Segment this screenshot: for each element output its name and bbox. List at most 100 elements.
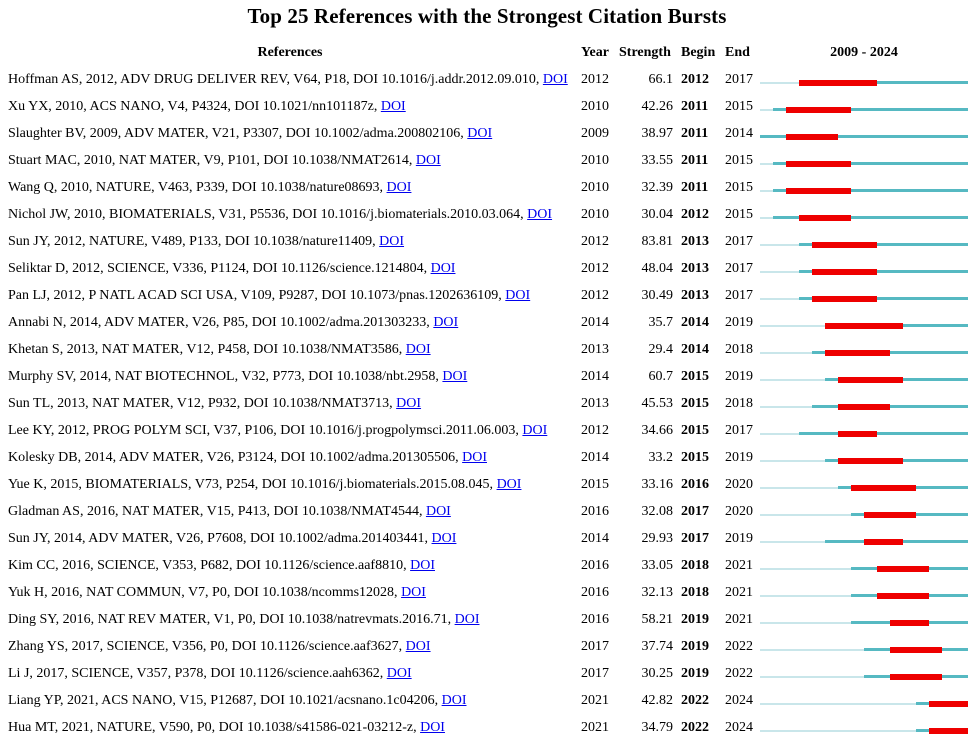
doi-link[interactable]: DOI [467, 126, 492, 141]
timeline-before-publication [760, 298, 799, 300]
end-cell: 2019 [725, 369, 753, 384]
reference-text: Seliktar D, 2012, SCIENCE, V336, P1124, … [8, 261, 431, 276]
begin-cell: 2017 [681, 504, 709, 519]
doi-link[interactable]: DOI [401, 585, 426, 600]
doi-link[interactable]: DOI [497, 477, 522, 492]
doi-link[interactable]: DOI [432, 531, 457, 546]
strength-cell: 45.53 [641, 396, 674, 411]
begin-cell: 2011 [681, 180, 709, 195]
begin-cell: 2015 [681, 423, 709, 438]
burst-timeline [760, 188, 968, 194]
end-cell: 2019 [725, 531, 753, 546]
doi-link[interactable]: DOI [381, 99, 406, 114]
table-row: Yuk H, 2016, NAT COMMUN, V7, P0, DOI 10.… [0, 585, 974, 612]
doi-link[interactable]: DOI [527, 207, 552, 222]
reference-text: Kolesky DB, 2014, ADV MATER, V26, P3124,… [8, 450, 463, 465]
begin-cell: 2022 [681, 693, 709, 708]
reference-cell: Khetan S, 2013, NAT MATER, V12, P458, DO… [8, 342, 431, 358]
doi-link[interactable]: DOI [442, 693, 467, 708]
timeline-before-publication [760, 730, 916, 732]
doi-link[interactable]: DOI [387, 666, 412, 681]
doi-link[interactable]: DOI [416, 153, 441, 168]
year-cell: 2014 [581, 369, 609, 384]
strength-cell: 32.08 [641, 504, 674, 519]
begin-cell: 2014 [681, 342, 709, 357]
year-cell: 2016 [581, 558, 609, 573]
doi-link[interactable]: DOI [396, 396, 421, 411]
reference-text: Sun JY, 2012, NATURE, V489, P133, DOI 10… [8, 234, 380, 249]
timeline-before-publication [760, 676, 864, 678]
end-cell: 2017 [725, 261, 753, 276]
burst-segment [838, 431, 877, 437]
doi-link[interactable]: DOI [387, 180, 412, 195]
doi-link[interactable]: DOI [410, 558, 435, 573]
reference-text: Pan LJ, 2012, P NATL ACAD SCI USA, V109,… [8, 288, 506, 303]
end-cell: 2022 [725, 666, 753, 681]
burst-segment [929, 728, 968, 734]
doi-link[interactable]: DOI [505, 288, 530, 303]
burst-timeline [760, 215, 968, 221]
table-row: Zhang YS, 2017, SCIENCE, V356, P0, DOI 1… [0, 639, 974, 666]
burst-timeline [760, 593, 968, 599]
timeline-before-publication [760, 622, 851, 624]
reference-text: Zhang YS, 2017, SCIENCE, V356, P0, DOI 1… [8, 639, 406, 654]
end-cell: 2014 [725, 126, 753, 141]
doi-link[interactable]: DOI [426, 504, 451, 519]
timeline-before-publication [760, 244, 799, 246]
doi-link[interactable]: DOI [406, 342, 431, 357]
year-cell: 2021 [581, 693, 609, 708]
timeline-before-publication [760, 514, 851, 516]
reference-cell: Sun JY, 2012, NATURE, V489, P133, DOI 10… [8, 234, 404, 250]
end-cell: 2024 [725, 720, 753, 735]
end-cell: 2019 [725, 315, 753, 330]
doi-link[interactable]: DOI [442, 369, 467, 384]
reference-text: Wang Q, 2010, NATURE, V463, P339, DOI 10… [8, 180, 387, 195]
end-cell: 2018 [725, 396, 753, 411]
doi-link[interactable]: DOI [420, 720, 445, 735]
reference-text: Annabi N, 2014, ADV MATER, V26, P85, DOI… [8, 315, 434, 330]
burst-segment [812, 296, 877, 302]
timeline-before-publication [760, 649, 864, 651]
timeline-before-publication [760, 271, 799, 273]
reference-text: Sun JY, 2014, ADV MATER, V26, P7608, DOI… [8, 531, 432, 546]
year-cell: 2016 [581, 612, 609, 627]
doi-link[interactable]: DOI [431, 261, 456, 276]
reference-cell: Kolesky DB, 2014, ADV MATER, V26, P3124,… [8, 450, 487, 466]
reference-cell: Sun TL, 2013, NAT MATER, V12, P932, DOI … [8, 396, 421, 412]
table-row: Wang Q, 2010, NATURE, V463, P339, DOI 10… [0, 180, 974, 207]
doi-link[interactable]: DOI [522, 423, 547, 438]
reference-cell: Yue K, 2015, BIOMATERIALS, V73, P254, DO… [8, 477, 521, 493]
timeline-before-publication [760, 163, 773, 165]
burst-timeline [760, 620, 968, 626]
end-cell: 2017 [725, 72, 753, 87]
doi-link[interactable]: DOI [379, 234, 404, 249]
timeline-after-publication [812, 405, 968, 408]
begin-cell: 2011 [681, 99, 709, 114]
begin-cell: 2019 [681, 612, 709, 627]
strength-cell: 42.26 [641, 99, 674, 114]
burst-segment [890, 620, 929, 626]
timeline-before-publication [760, 406, 812, 408]
burst-timeline [760, 485, 968, 491]
doi-link[interactable]: DOI [462, 450, 487, 465]
begin-cell: 2014 [681, 315, 709, 330]
doi-link[interactable]: DOI [433, 315, 458, 330]
burst-segment [890, 674, 942, 680]
doi-link[interactable]: DOI [543, 72, 568, 87]
reference-text: Kim CC, 2016, SCIENCE, V353, P682, DOI 1… [8, 558, 411, 573]
header-strength: Strength [619, 45, 671, 60]
doi-link[interactable]: DOI [455, 612, 480, 627]
burst-segment [851, 485, 916, 491]
strength-cell: 33.16 [641, 477, 674, 492]
burst-timeline [760, 242, 968, 248]
strength-cell: 29.4 [648, 342, 674, 357]
timeline-before-publication [760, 325, 825, 327]
reference-cell: Liang YP, 2021, ACS NANO, V15, P12687, D… [8, 693, 467, 709]
reference-cell: Wang Q, 2010, NATURE, V463, P339, DOI 10… [8, 180, 411, 196]
doi-link[interactable]: DOI [406, 639, 431, 654]
begin-cell: 2019 [681, 639, 709, 654]
year-cell: 2013 [581, 342, 609, 357]
reference-text: Sun TL, 2013, NAT MATER, V12, P932, DOI … [8, 396, 397, 411]
timeline-before-publication [760, 541, 825, 543]
table-row: Lee KY, 2012, PROG POLYM SCI, V37, P106,… [0, 423, 974, 450]
